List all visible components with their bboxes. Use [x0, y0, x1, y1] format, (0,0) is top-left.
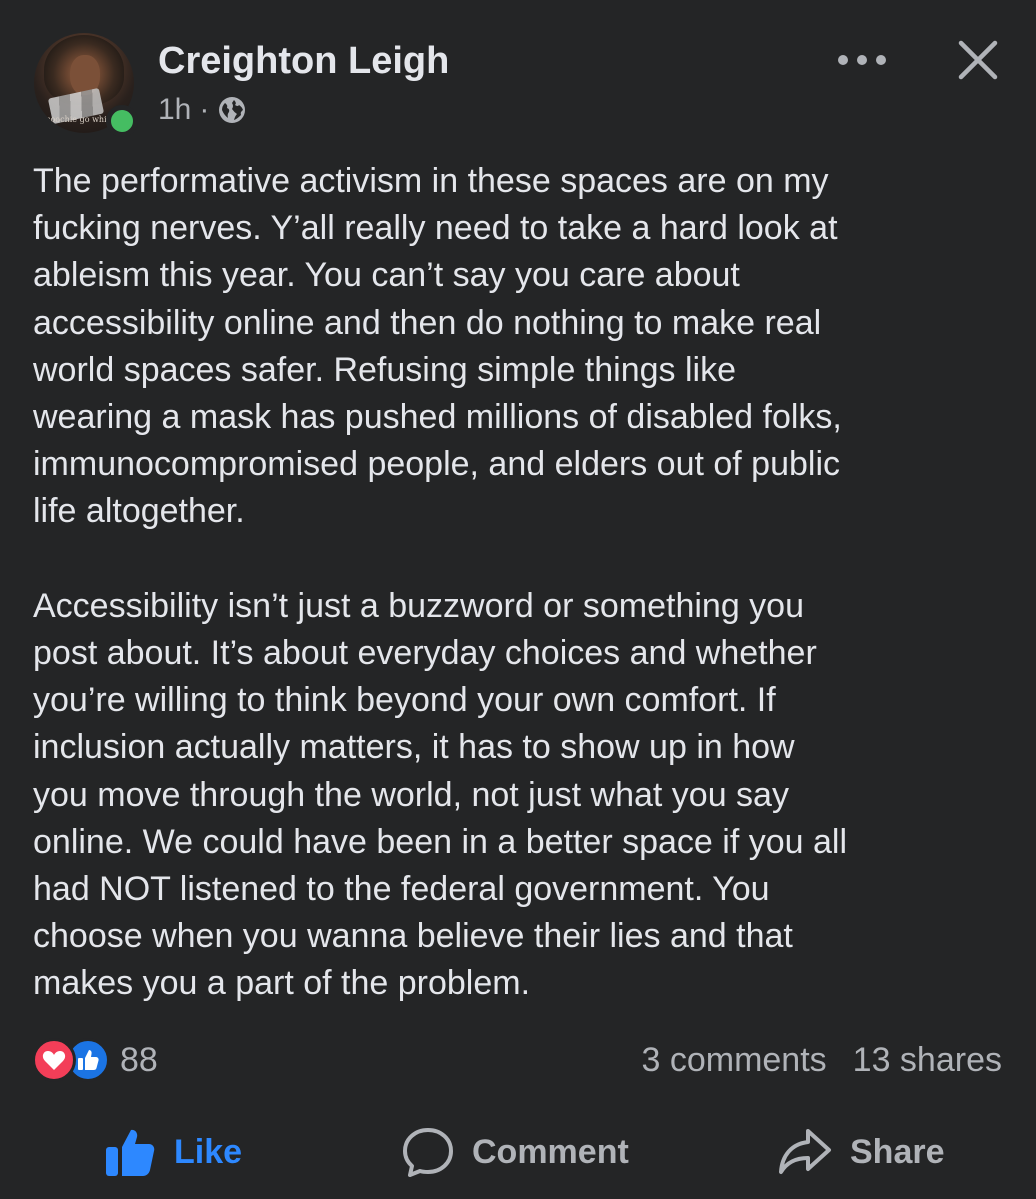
thumbs-up-icon [106, 1129, 155, 1176]
reaction-count: 88 [120, 1040, 158, 1079]
more-options-icon[interactable] [838, 42, 886, 78]
like-button[interactable]: Like [104, 1120, 242, 1184]
post-body-line: accessibility online and then do nothing… [33, 303, 822, 342]
love-icon [32, 1038, 76, 1082]
reactions-summary[interactable]: 88 [32, 1038, 158, 1082]
action-bar: Like Comment Share [0, 1120, 1036, 1184]
comment-bubble-icon [403, 1128, 453, 1177]
online-status-dot [106, 105, 138, 137]
comments-count[interactable]: 3 comments [641, 1041, 826, 1080]
post-body-line: choose when you wanna believe their lies… [33, 917, 793, 956]
share-label: Share [850, 1132, 945, 1171]
post-body-line: The performative activism in these space… [33, 162, 829, 200]
share-arrow-icon [779, 1129, 831, 1174]
post-body-line: you move through the world, not just wha… [33, 775, 789, 814]
like-label: Like [174, 1132, 243, 1171]
post-body-line: wearing a mask has pushed millions of di… [33, 398, 842, 437]
post-body: The performative activism in these space… [33, 158, 1013, 1008]
post-body-line: you’re willing to think beyond your own … [33, 681, 776, 720]
post-body-line: post about. It’s about everyday choices … [33, 634, 817, 673]
author-name[interactable]: Creighton Leigh [158, 40, 449, 83]
post-body-line: online. We could have been in a better s… [33, 822, 848, 861]
post-body-line: makes you a part of the problem. [33, 964, 531, 1003]
comment-button[interactable]: Comment [402, 1120, 629, 1184]
post-body-line: life altogether. [33, 492, 245, 531]
close-icon[interactable] [956, 38, 1000, 82]
post-body-line: inclusion actually matters, it has to sh… [33, 728, 795, 767]
comment-label: Comment [472, 1132, 629, 1171]
shares-count[interactable]: 13 shares [853, 1041, 1002, 1080]
post-body-line: had NOT listened to the federal governme… [33, 870, 770, 909]
post-body-line: world spaces safer. Refusing simple thin… [33, 350, 736, 389]
share-button[interactable]: Share [778, 1120, 945, 1184]
meta-separator: · [199, 93, 210, 126]
post-body-line: ableism this year. You can’t say you car… [33, 256, 740, 295]
post-time[interactable]: 1h [158, 93, 191, 127]
post-body-line: Accessibility isn’t just a buzzword or s… [33, 586, 804, 625]
post-body-line: immunocompromised people, and elders out… [33, 445, 841, 484]
globe-icon[interactable] [217, 95, 247, 125]
engagement-counts: 3 comments 13 shares [641, 1038, 1002, 1082]
post-meta: 1h · [158, 92, 247, 128]
avatar[interactable]: coochie go whi [34, 33, 138, 137]
post-card: coochie go whi Creighton Leigh 1h · The … [0, 0, 1036, 1199]
post-body-line: fucking nerves. Y’all really need to tak… [33, 209, 838, 248]
